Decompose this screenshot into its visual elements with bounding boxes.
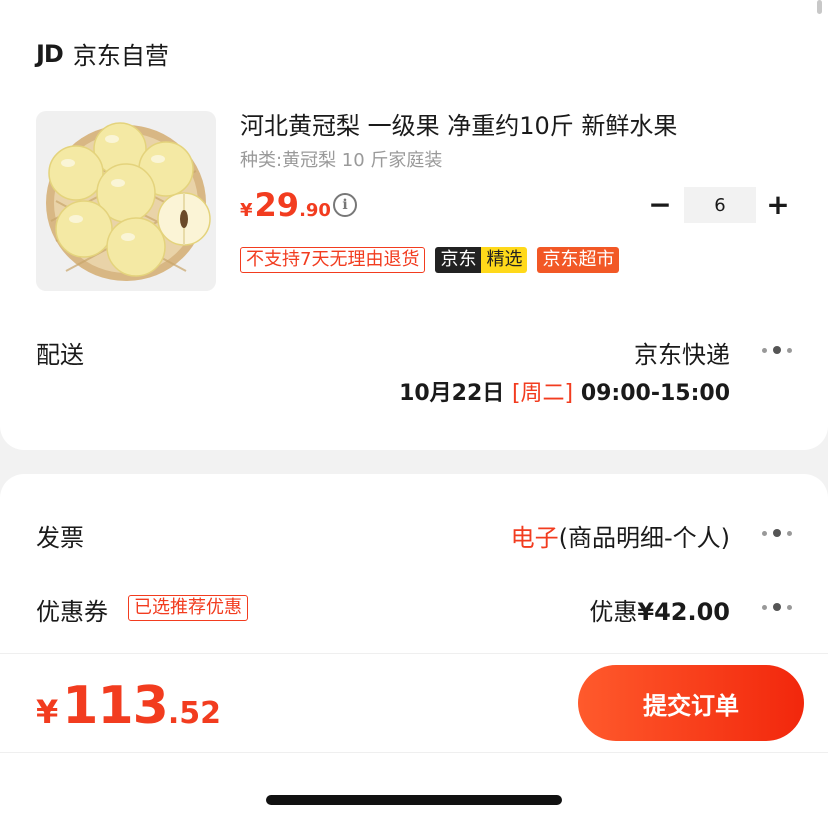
- delivery-method[interactable]: 京东快递: [634, 335, 730, 370]
- quantity-increase-button[interactable]: +: [766, 190, 790, 220]
- jd-selected-tag: 京东 精选: [435, 247, 528, 273]
- total-decimal: .52: [167, 696, 221, 731]
- pear-basket-image: [46, 122, 211, 281]
- coupon-recommended-tag: 已选推荐优惠: [128, 595, 248, 621]
- submit-order-button[interactable]: 提交订单: [578, 665, 804, 741]
- jd-logo-icon: JD: [36, 39, 64, 68]
- coupon-more-icon[interactable]: [762, 603, 792, 611]
- quantity-decrease-button[interactable]: −: [648, 190, 672, 220]
- invoice-detail: (商品明细-个人): [558, 524, 730, 552]
- invoice-value[interactable]: 电子(商品明细-个人): [511, 518, 730, 553]
- delivery-more-icon[interactable]: [762, 346, 792, 354]
- bottom-divider: [0, 752, 828, 753]
- quantity-input[interactable]: [684, 187, 756, 223]
- product-tags: 不支持7天无理由退货 京东 精选 京东超市: [240, 247, 620, 273]
- invoice-label: 发票: [36, 524, 84, 552]
- price-integer: 29: [254, 186, 300, 224]
- total-currency: ¥: [36, 693, 59, 731]
- delivery-weekday: [周二]: [511, 381, 574, 406]
- total-integer: 113: [62, 676, 169, 736]
- product-card: JD 京东自营 河北黄冠梨 一级果 净重约10斤 新鲜水果 种类:黄冠梨 10 …: [0, 0, 828, 450]
- product-image[interactable]: [36, 111, 216, 291]
- return-policy-tag: 不支持7天无理由退货: [240, 247, 426, 273]
- delivery-time-range: 09:00-15:00: [580, 381, 730, 406]
- scrollbar[interactable]: [817, 0, 822, 14]
- home-indicator[interactable]: [266, 795, 562, 805]
- coupon-prefix: 优惠: [589, 598, 638, 626]
- price-decimal: .90: [299, 200, 331, 221]
- jd-selected-tag-part1: 京东: [435, 247, 482, 273]
- store-header[interactable]: JD 京东自营: [36, 36, 169, 71]
- info-icon[interactable]: i: [333, 193, 357, 217]
- product-price: ¥ 29 .90: [240, 186, 331, 224]
- product-variant[interactable]: 种类:黄冠梨 10 斤家庭装: [240, 146, 442, 172]
- coupon-label: 优惠券: [36, 598, 108, 626]
- delivery-time[interactable]: 10月22日 [周二] 09:00-15:00: [399, 375, 730, 407]
- store-name: 京东自营: [72, 42, 169, 70]
- coupon-amount: ¥42.00: [637, 598, 730, 626]
- invoice-type: 电子: [510, 524, 559, 552]
- delivery-date: 10月22日: [399, 381, 505, 406]
- invoice-more-icon[interactable]: [762, 529, 792, 537]
- order-total: ¥ 113 .52: [36, 676, 221, 736]
- jd-supermarket-tag: 京东超市: [537, 247, 620, 273]
- delivery-label: 配送: [36, 341, 84, 369]
- coupon-value[interactable]: 优惠¥42.00: [589, 592, 730, 627]
- footer-divider: [0, 653, 828, 654]
- jd-selected-tag-part2: 精选: [481, 247, 528, 273]
- price-currency: ¥: [240, 200, 253, 221]
- product-title[interactable]: 河北黄冠梨 一级果 净重约10斤 新鲜水果: [240, 106, 677, 141]
